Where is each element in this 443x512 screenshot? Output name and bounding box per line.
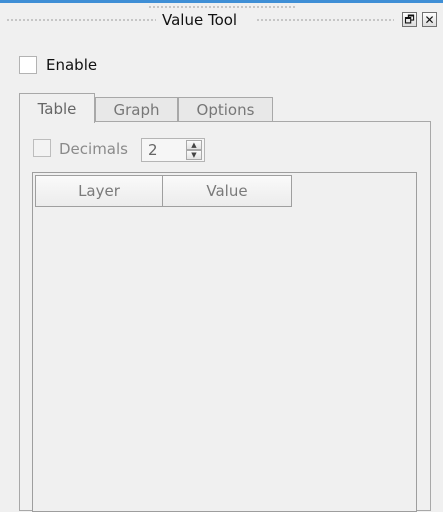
column-header-layer[interactable]: Layer	[35, 175, 163, 207]
decimals-label: Decimals	[59, 140, 128, 158]
value-tool-panel: Value Tool 🗗 ✕ Enable Table Graph Option…	[0, 0, 443, 512]
float-button[interactable]: 🗗	[402, 12, 417, 27]
spin-buttons: ▲ ▼	[186, 140, 202, 160]
enable-checkbox[interactable]	[19, 56, 37, 74]
panel-title: Value Tool	[162, 11, 238, 29]
spin-down-icon[interactable]: ▼	[186, 150, 202, 160]
panel-titlebar[interactable]: Value Tool 🗗 ✕	[0, 10, 443, 32]
decimals-value[interactable]: 2	[148, 141, 158, 159]
values-table[interactable]: Layer Value	[32, 172, 417, 512]
spin-up-icon[interactable]: ▲	[186, 140, 202, 150]
top-accent-line	[0, 0, 443, 3]
titlebar-grip-right	[256, 18, 394, 23]
decimals-spinbox[interactable]: 2 ▲ ▼	[141, 138, 205, 162]
close-button[interactable]: ✕	[422, 12, 437, 27]
table-header: Layer Value	[35, 175, 292, 207]
tab-graph[interactable]: Graph	[95, 97, 178, 122]
enable-label: Enable	[46, 56, 98, 74]
titlebar-grip-left	[6, 18, 156, 23]
tab-table[interactable]: Table	[19, 93, 95, 123]
decimals-checkbox[interactable]	[33, 139, 51, 157]
tab-options[interactable]: Options	[178, 97, 273, 122]
column-header-value[interactable]: Value	[162, 175, 292, 207]
